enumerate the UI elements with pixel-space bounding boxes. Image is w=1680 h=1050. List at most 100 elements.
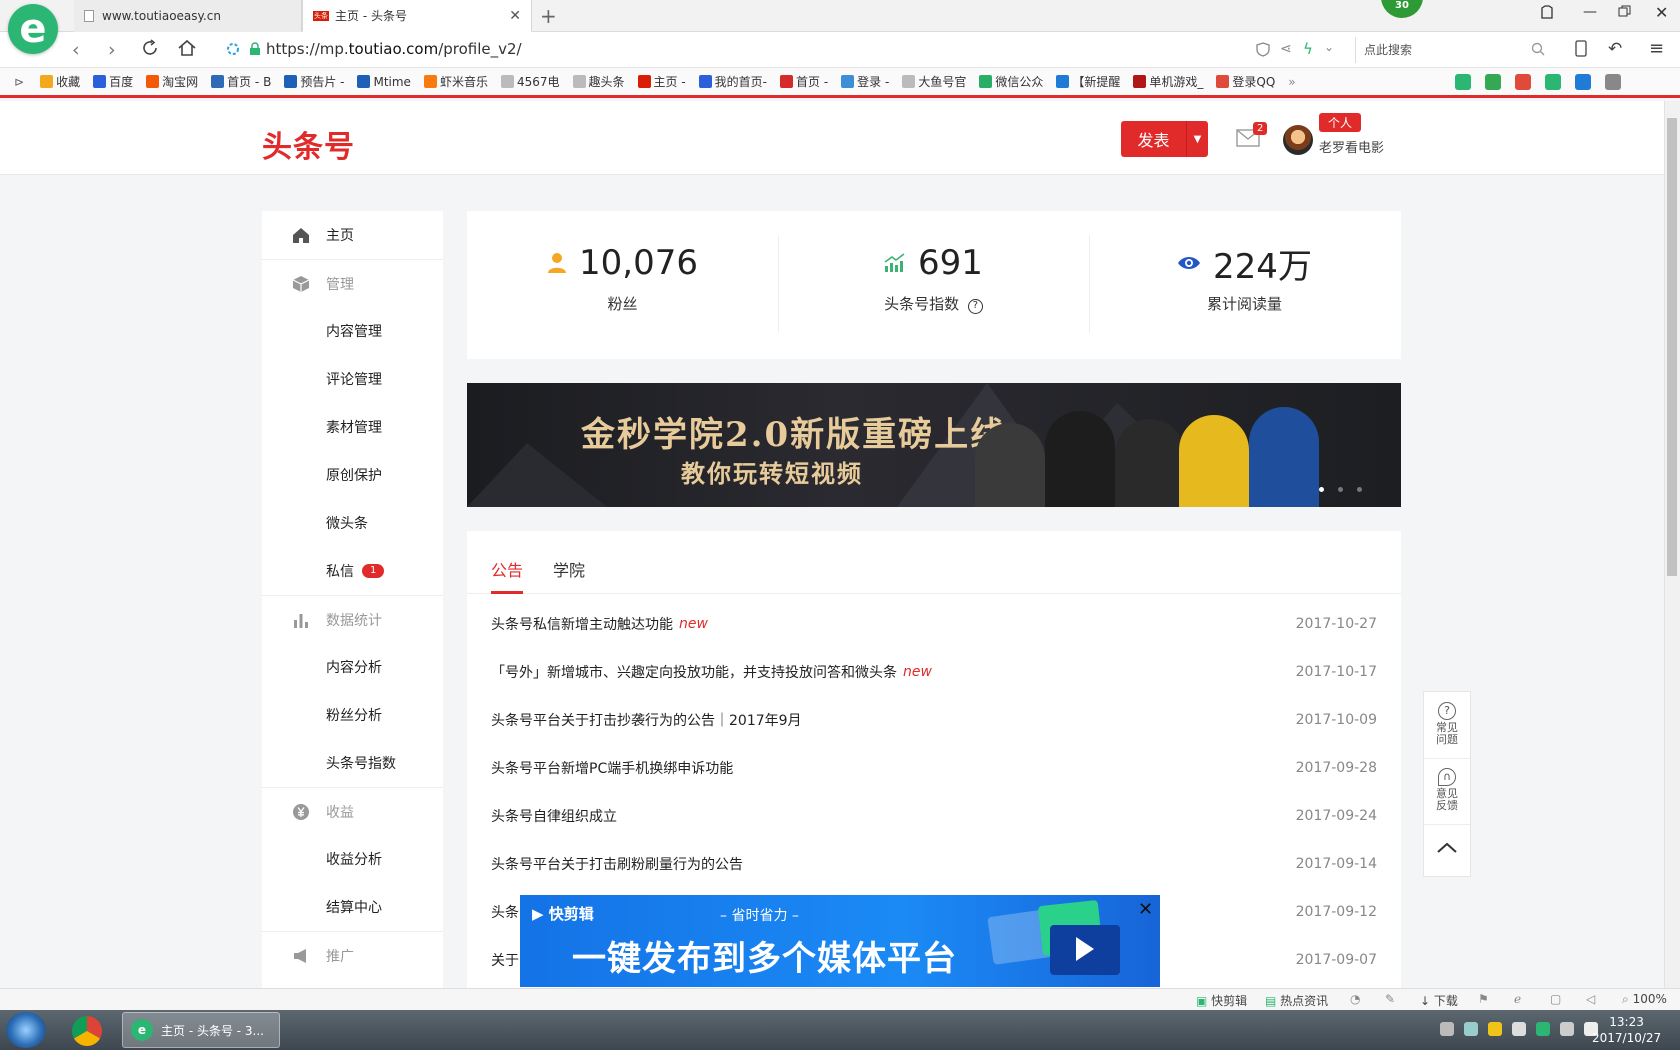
bookmark-item[interactable]: 大鱼号官	[902, 73, 966, 90]
bookmark-item[interactable]: 单机游戏_	[1133, 73, 1203, 90]
shield-icon[interactable]	[1256, 42, 1270, 57]
bookmark-item[interactable]: 4567电	[500, 73, 560, 90]
username[interactable]: 老罗看电影	[1319, 137, 1384, 156]
search-icon[interactable]	[1531, 42, 1545, 56]
browser-tray-icon[interactable]	[1536, 1022, 1550, 1036]
volume-icon[interactable]: ◁	[1586, 992, 1595, 1006]
bookmark-item[interactable]: 【新提醒	[1056, 73, 1120, 90]
stat-fans[interactable]: 10,076 粉丝	[467, 235, 778, 335]
restore-icon[interactable]	[1618, 5, 1631, 18]
question-icon[interactable]: ?	[967, 299, 983, 314]
sidebar-item-micro-toutiao[interactable]: 微头条	[262, 499, 443, 547]
bookmark-item[interactable]: 虾米音乐	[423, 73, 488, 90]
new-tab-button[interactable]: +	[540, 4, 557, 28]
more-bookmarks-icon[interactable]: »	[1288, 75, 1295, 89]
refresh-icon[interactable]	[140, 38, 160, 58]
browser-tab-toutiao-home[interactable]: 头条 主页 - 头条号 ✕	[302, 0, 532, 32]
pin-icon[interactable]: ✎	[1385, 992, 1395, 1006]
caret-down-icon[interactable]: ▼	[1186, 121, 1208, 157]
notice-row[interactable]: 「号外」新增城市、兴趣定向投放功能，并支持投放问答和微头条 new 2017-1…	[491, 662, 1377, 682]
security-tray-icon[interactable]	[1488, 1022, 1502, 1036]
bookmark-item[interactable]: 首页 - B	[211, 73, 271, 90]
ie-icon[interactable]: ℯ	[1514, 992, 1521, 1006]
notice-row[interactable]: 头条号自律组织成立 2017-09-24	[491, 806, 1377, 826]
sidebar-item-promotion[interactable]: 推广	[262, 931, 443, 979]
notice-row[interactable]: 头条号平台关于打击刷粉刷量行为的公告 2017-09-14	[491, 854, 1377, 874]
avatar[interactable]	[1283, 125, 1313, 155]
url-field[interactable]: https://mp.toutiao.com/profile_v2/	[266, 38, 522, 60]
sidebar-item-revenue-analysis[interactable]: 收益分析	[262, 835, 443, 883]
back-to-top-button[interactable]	[1424, 838, 1470, 858]
close-ad-icon[interactable]: ✕	[1138, 899, 1153, 920]
share-icon[interactable]: ⋖	[1280, 41, 1292, 57]
add-extension-icon[interactable]	[1485, 74, 1501, 90]
bookmark-item[interactable]: 登录QQ	[1216, 73, 1275, 90]
home-icon[interactable]	[177, 38, 197, 58]
stat-reads[interactable]: 224万 累计阅读量	[1089, 235, 1400, 335]
bookmark-item[interactable]: 趣头条	[572, 73, 625, 90]
sidebar-item-statistics[interactable]: 数据统计	[262, 595, 443, 643]
carousel-dot[interactable]	[1338, 487, 1343, 492]
sidebar-toggle-icon[interactable]: ⊳	[14, 75, 24, 89]
scrollbar-thumb[interactable]	[1667, 118, 1677, 576]
skin-icon[interactable]	[1540, 5, 1554, 19]
bookmark-item[interactable]: 微信公众	[979, 73, 1043, 90]
minimize-icon[interactable]: —	[1583, 4, 1597, 20]
bookmark-item[interactable]: 登录 -	[841, 73, 889, 90]
menu-icon[interactable]: ≡	[1649, 38, 1664, 59]
quick-edit-button[interactable]: ▣ 快剪辑	[1196, 992, 1247, 1009]
window-icon[interactable]: ▢	[1550, 992, 1561, 1006]
sidebar-item-comment-manage[interactable]: 评论管理	[262, 355, 443, 403]
close-tab-icon[interactable]: ✕	[509, 8, 521, 24]
chrome-taskbar-icon[interactable]	[72, 1016, 102, 1046]
tab-academy[interactable]: 学院	[553, 557, 585, 581]
system-clock[interactable]: 13:23 2017/10/27	[1592, 1014, 1661, 1046]
display-tray-icon[interactable]	[1560, 1022, 1574, 1036]
show-hidden-icons[interactable]	[1464, 1022, 1478, 1036]
game-extension-icon[interactable]	[1545, 74, 1561, 90]
search-extension-icon[interactable]	[1575, 74, 1591, 90]
feedback-button[interactable]: ∩ 意见反馈	[1424, 768, 1470, 812]
search-input[interactable]: 点此搜索	[1355, 37, 1555, 63]
zoom-control[interactable]: ⌕ 100%	[1622, 992, 1667, 1007]
bookmark-item[interactable]: 淘宝网	[146, 73, 198, 90]
scissors-extension-icon[interactable]	[1515, 74, 1531, 90]
sidebar-item-settlement[interactable]: 结算中心	[262, 883, 443, 931]
bookmark-item[interactable]: 百度	[93, 73, 133, 90]
notice-row[interactable]: 头条号私信新增主动触达功能 new 2017-10-27	[491, 614, 1377, 634]
back-icon[interactable]: ‹	[72, 39, 80, 61]
sidebar-item-index[interactable]: 头条号指数	[262, 739, 443, 787]
yen-extension-icon[interactable]	[1455, 74, 1471, 90]
bookmark-item[interactable]: 我的首页-	[698, 73, 767, 90]
flag-icon[interactable]: ⚑	[1478, 992, 1489, 1006]
sidebar-item-original-protect[interactable]: 原创保护	[262, 451, 443, 499]
undo-icon[interactable]: ↶	[1608, 39, 1622, 59]
carousel-dots[interactable]	[1319, 487, 1362, 492]
bookmark-item[interactable]: Mtime	[357, 75, 411, 89]
sidebar-item-private-message[interactable]: 私信 1	[262, 547, 443, 595]
download-button[interactable]: ↓ 下载	[1420, 992, 1458, 1009]
lock-icon[interactable]	[249, 42, 261, 56]
chevron-down-icon[interactable]: ⌄	[1324, 40, 1334, 54]
taskbar-window-button[interactable]: e 主页 - 头条号 - 3...	[122, 1012, 280, 1048]
notice-row[interactable]: 头条号平台新增PC端手机换绑申诉功能 2017-09-28	[491, 758, 1377, 778]
keyboard-tray-icon[interactable]	[1440, 1022, 1454, 1036]
sidebar-item-content-manage[interactable]: 内容管理	[262, 307, 443, 355]
hot-news-button[interactable]: ▤ 热点资讯	[1265, 992, 1328, 1009]
ad-popup[interactable]: ▶ 快剪辑 – 省时省力 – 一键发布到多个媒体平台 ✕	[520, 895, 1160, 987]
speed-icon[interactable]: ◔	[1350, 992, 1360, 1006]
promo-banner[interactable]: 金秒学院2.0新版重磅上线 教你玩转短视频	[467, 383, 1401, 507]
notice-row[interactable]: 头条号平台关于打击抄袭行为的公告｜2017年9月 2017-10-09	[491, 710, 1377, 730]
start-button[interactable]	[6, 1012, 46, 1048]
browser-logo-icon[interactable]: e	[8, 4, 58, 54]
browser-tab-toutiaoeasy[interactable]: www.toutiaoeasy.cn	[74, 0, 302, 32]
network-tray-icon[interactable]	[1512, 1022, 1526, 1036]
publish-button[interactable]: 发表 ▼	[1121, 121, 1208, 157]
sidebar-item-home[interactable]: 主页	[262, 211, 443, 259]
close-window-icon[interactable]: ✕	[1655, 3, 1668, 22]
faq-button[interactable]: ? 常见问题	[1424, 702, 1470, 746]
sidebar-item-manage[interactable]: 管理	[262, 259, 443, 307]
sidebar-item-material-manage[interactable]: 素材管理	[262, 403, 443, 451]
bookmark-item[interactable]: 主页 -	[637, 73, 686, 90]
mobile-icon[interactable]	[1575, 40, 1587, 57]
